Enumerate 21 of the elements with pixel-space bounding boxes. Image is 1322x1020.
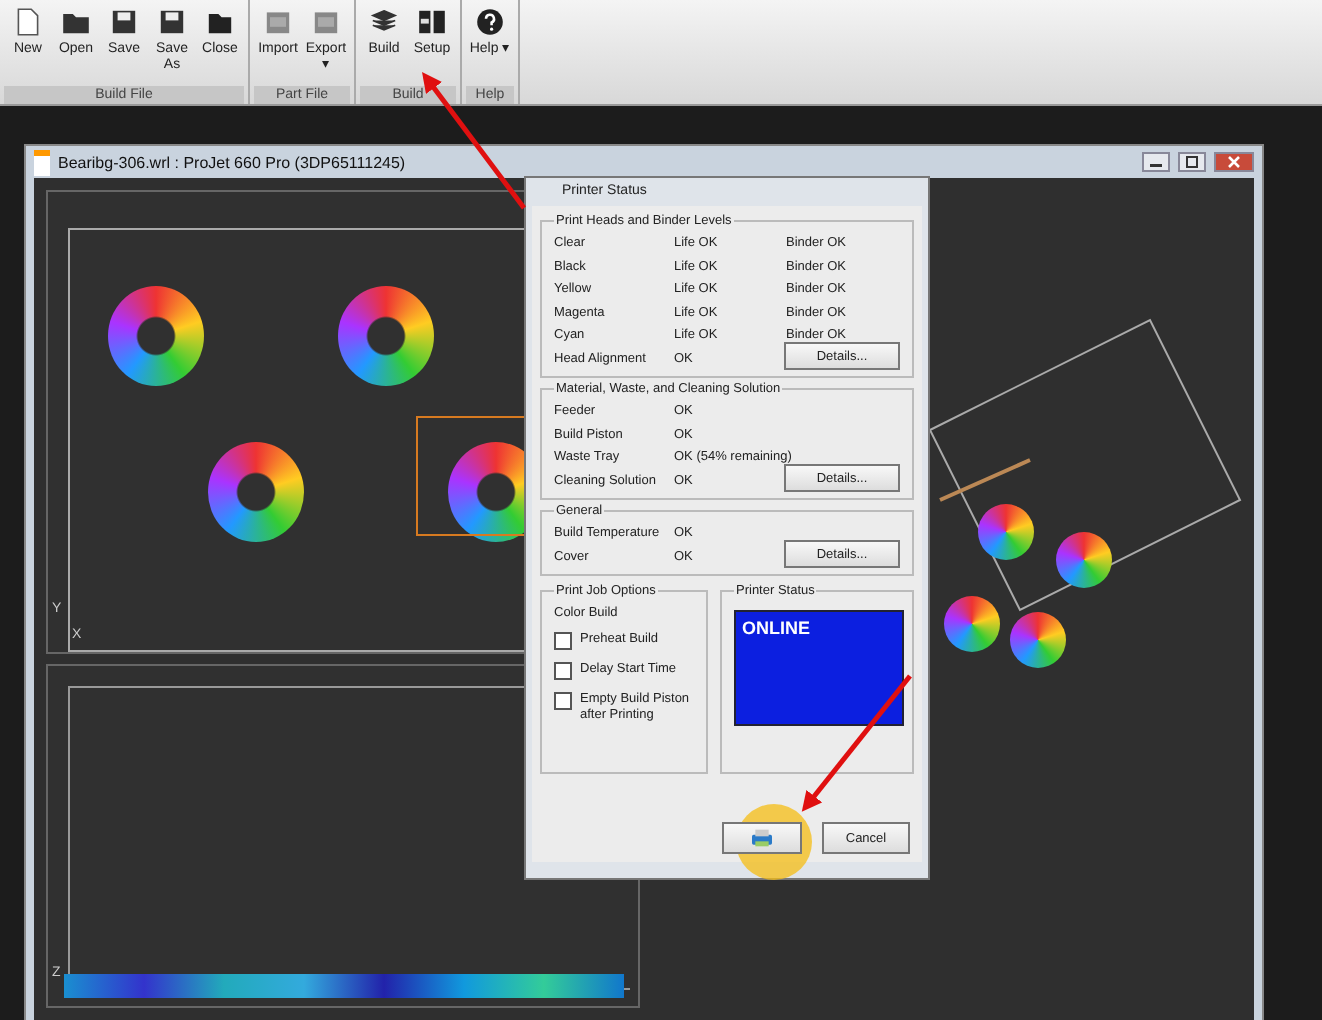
window-title: Bearibg-306.wrl : ProJet 660 Pro (3DP65111245) bbox=[58, 153, 408, 171]
checkbox[interactable] bbox=[554, 692, 572, 710]
blank-page-icon bbox=[12, 6, 44, 38]
annotation-arrow bbox=[801, 674, 912, 812]
ring-part bbox=[338, 286, 434, 386]
ring-part bbox=[208, 442, 304, 542]
maximize-button[interactable] bbox=[1178, 152, 1206, 172]
status-display: ONLINE bbox=[734, 610, 904, 726]
checkbox[interactable] bbox=[554, 662, 572, 680]
printer-icon bbox=[750, 828, 774, 848]
close-button[interactable] bbox=[1214, 152, 1254, 172]
annotation-arrow bbox=[422, 72, 526, 210]
checkbox[interactable] bbox=[554, 632, 572, 650]
minimize-button[interactable] bbox=[1142, 152, 1170, 172]
question-mark-icon bbox=[474, 6, 506, 38]
file-icon bbox=[262, 6, 294, 38]
ring-part bbox=[108, 286, 204, 386]
ok-button[interactable] bbox=[722, 822, 802, 854]
file-icon bbox=[310, 6, 342, 38]
panels-icon bbox=[416, 6, 448, 38]
document-icon bbox=[34, 149, 50, 175]
